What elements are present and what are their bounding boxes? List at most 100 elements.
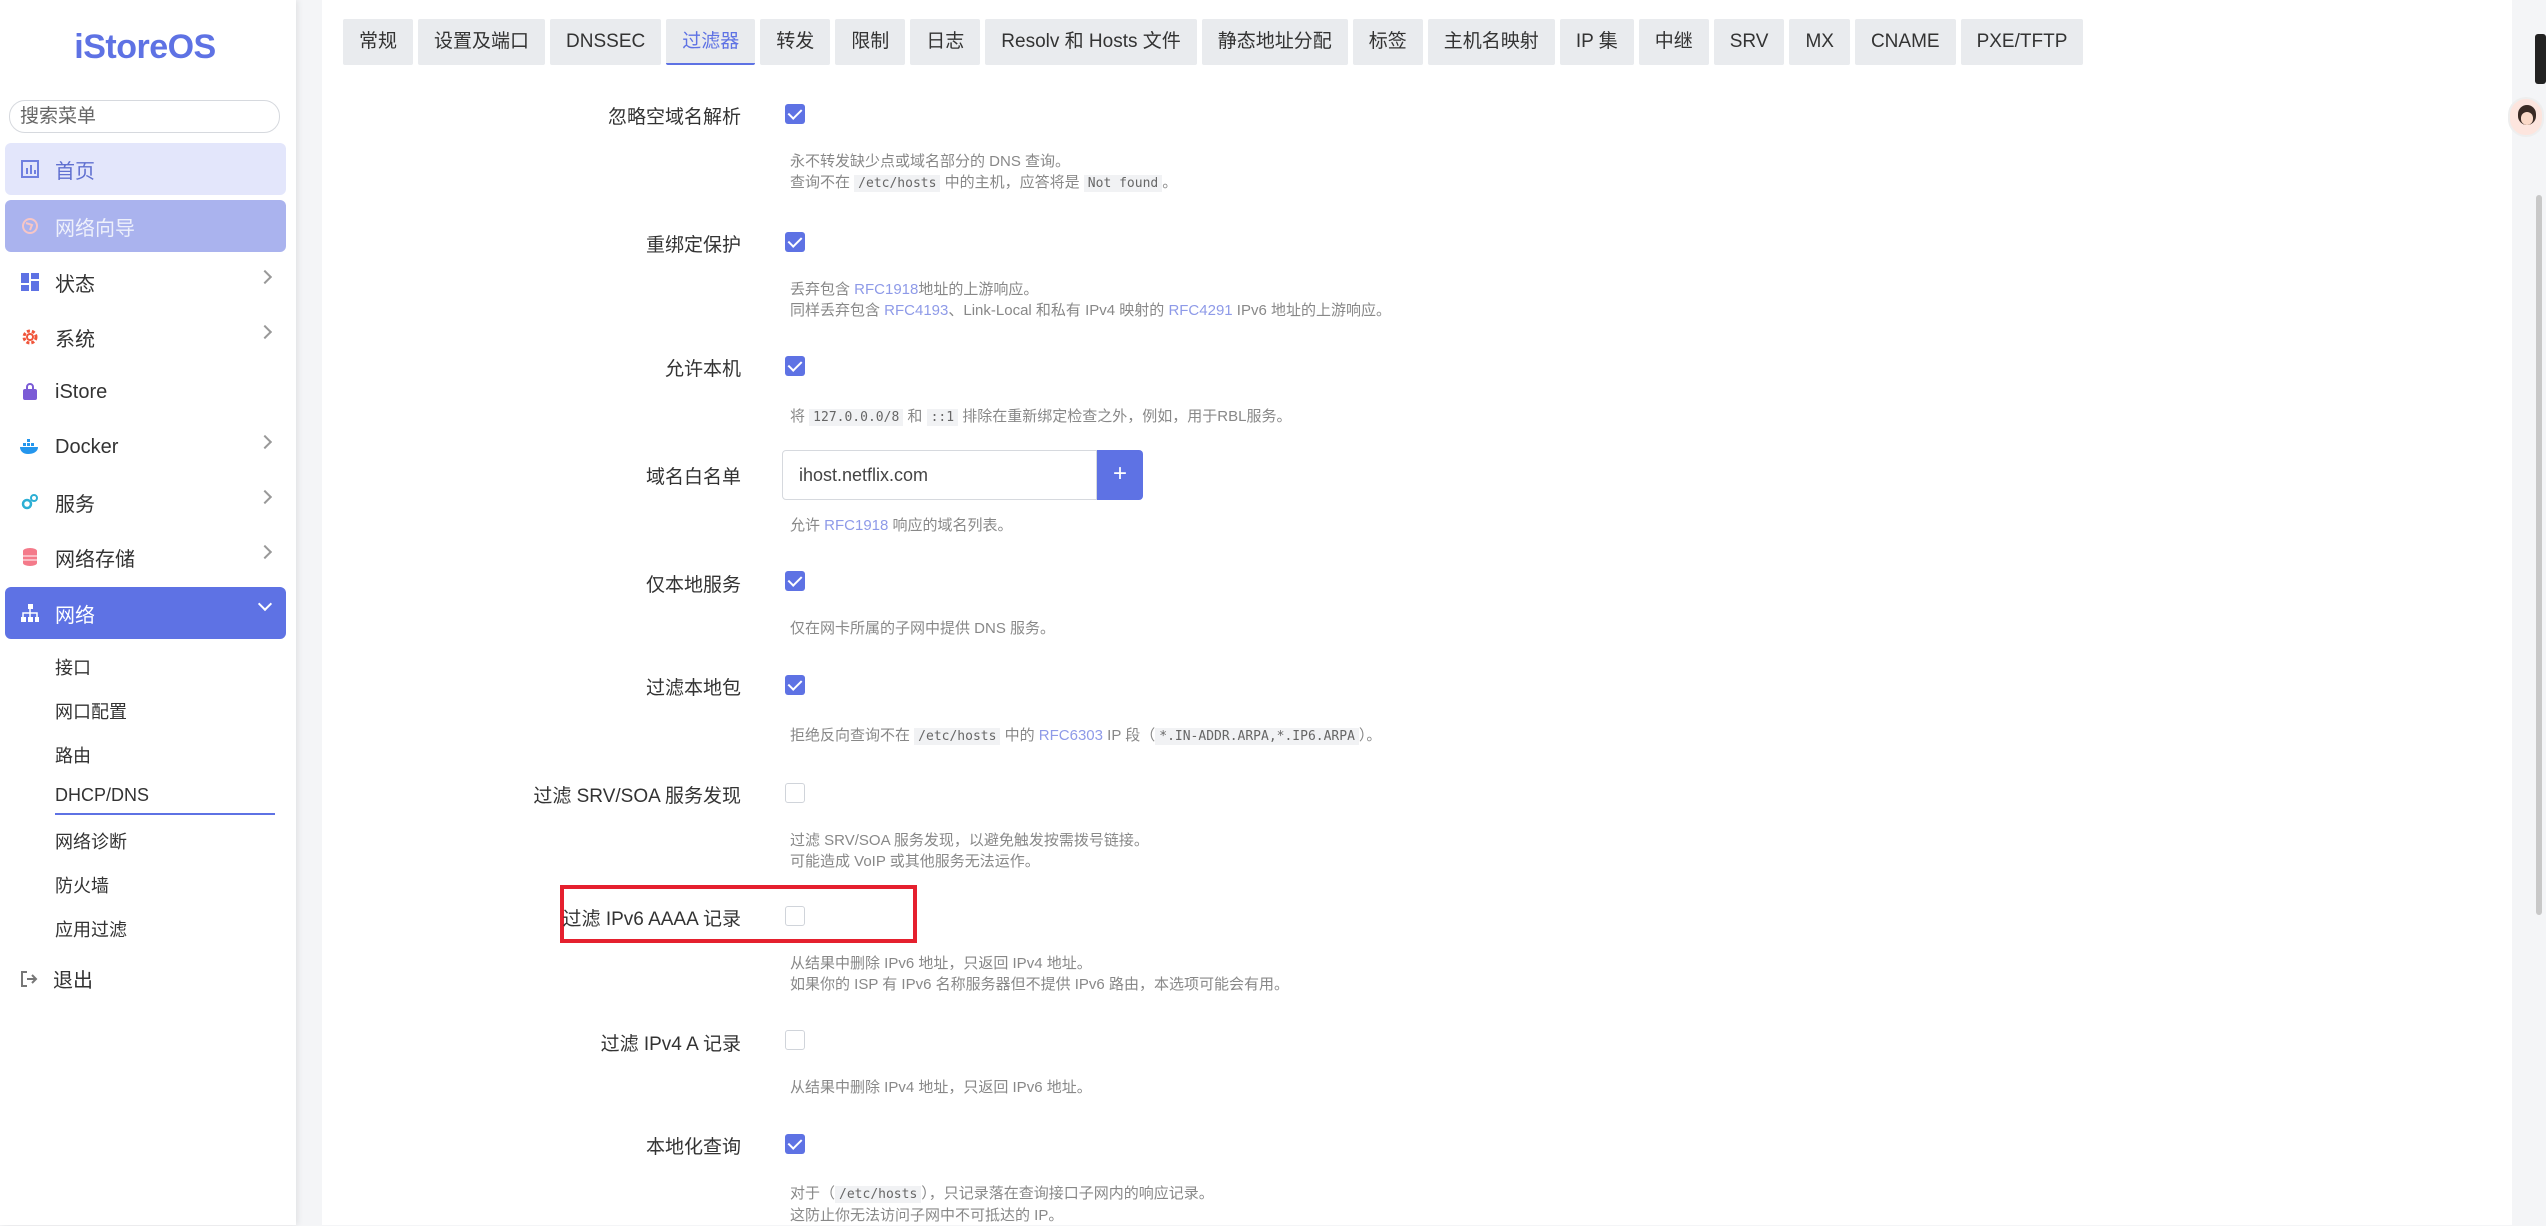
chevron-right-icon [257,434,273,450]
tab-tags[interactable]: 标签 [1352,19,1423,65]
setting-label: 允许本机 [664,359,741,380]
tab-filter[interactable]: 过滤器 [666,19,756,65]
setting-description: 丢弃包含 RFC1918地址的上游响应。 同样丢弃包含 RFC4193、Link… [790,281,1391,319]
setting-description: 从结果中删除 IPv4 地址，只返回 IPv6 地址。 [790,1079,1092,1096]
setting-description: 从结果中删除 IPv6 地址，只返回 IPv4 地址。 如果你的 ISP 有 I… [790,955,1289,993]
sidebar-item-label: 首页 [55,160,95,183]
rfc6303-link[interactable]: RFC6303 [1039,727,1103,744]
setting-label: 本地化查询 [645,1137,741,1158]
tab-ipsets[interactable]: IP 集 [1559,19,1634,65]
submenu-item-app-filter[interactable]: 应用过滤 [55,916,127,942]
cogs-icon [19,491,41,513]
sidebar-item-label: 网络存储 [55,548,135,571]
logout-label: 退出 [53,970,93,992]
rfc4193-link[interactable]: RFC4193 [884,302,948,319]
sitemap-icon [19,602,41,624]
sidebar-item-home[interactable]: 首页 [5,143,286,195]
setting-label: 重绑定保护 [645,235,741,256]
gear-icon [19,326,41,348]
globe-icon [19,215,41,237]
setting-label: 过滤 SRV/SOA 服务发现 [533,786,741,807]
rfc1918-link[interactable]: RFC1918 [854,281,918,298]
chevron-right-icon [257,324,273,340]
logout-button[interactable]: 退出 [19,964,93,993]
filter-private-checkbox[interactable] [785,675,805,695]
sidebar-item-services[interactable]: 服务 [5,476,286,528]
tab-dnssec[interactable]: DNSSEC [550,19,662,65]
rebind-domain-input[interactable]: ihost.netflix.com [782,450,1097,500]
sidebar-item-system[interactable]: 系统 [5,311,286,363]
docker-whale-icon [19,436,41,458]
local-service-checkbox[interactable] [785,571,805,591]
submenu-item-interfaces[interactable]: 接口 [55,654,91,680]
submenu-item-routes[interactable]: 路由 [55,742,91,768]
rfc1918-link[interactable]: RFC1918 [824,517,888,534]
tab-forward[interactable]: 转发 [760,19,831,65]
sidebar-item-network-storage[interactable]: 网络存储 [5,531,286,583]
menu-search-input[interactable]: 搜索菜单 [9,100,280,133]
app-logo[interactable]: iStoreOS [0,28,290,67]
tab-limits[interactable]: 限制 [835,19,906,65]
submenu-item-port-config[interactable]: 网口配置 [55,698,127,724]
scrollbar[interactable] [2536,195,2542,915]
setting-label: 过滤 IPv6 AAAA 记录 [562,909,741,930]
filter-aaaa-checkbox[interactable] [785,906,805,926]
add-domain-button[interactable]: + [1097,450,1143,500]
sidebar-item-label: 网络 [55,604,95,627]
tab-cname[interactable]: CNAME [1854,19,1956,65]
rebind-localhost-checkbox[interactable] [785,356,805,376]
tab-srv[interactable]: SRV [1713,19,1785,65]
setting-description: 过滤 SRV/SOA 服务发现，以避免触发按需拨号链接。 可能造成 VoIP 或… [790,832,1149,870]
tab-settings-ports[interactable]: 设置及端口 [418,19,546,65]
tab-relay[interactable]: 中继 [1638,19,1709,65]
setting-description: 永不转发缺少点或域名部分的 DNS 查询。 查询不在 /etc/hosts 中的… [790,153,1178,192]
tab-log[interactable]: 日志 [910,19,981,65]
sidebar-item-status[interactable]: 状态 [5,256,286,308]
filter-srv-soa-checkbox[interactable] [785,783,805,803]
setting-description: 仅在网卡所属的子网中提供 DNS 服务。 [790,620,1056,637]
setting-description: 将 127.0.0.0/8 和 ::1 排除在重新绑定检查之外，例如，用于RBL… [790,408,1292,426]
logout-icon [19,969,39,989]
sidebar-item-istore[interactable]: iStore [5,366,286,418]
submenu-item-firewall[interactable]: 防火墙 [55,872,109,898]
setting-description: 拒绝反向查询不在 /etc/hosts 中的 RFC6303 IP 段（ *.IN… [790,727,1382,745]
tab-static-leases[interactable]: 静态地址分配 [1201,19,1348,65]
tab-mx[interactable]: MX [1789,19,1850,65]
sidebar-item-label: iStore [55,380,108,403]
store-bag-icon [19,381,41,403]
window-edge-handle [2535,34,2546,84]
sidebar-item-label: 系统 [55,328,95,351]
setting-description: 允许 RFC1918 响应的域名列表。 [790,517,1013,534]
dashboard-icon [19,158,41,180]
sidebar-item-network-wizard[interactable]: 网络向导 [5,200,286,252]
rfc4291-link[interactable]: RFC4291 [1168,302,1232,319]
sidebar-item-network[interactable]: 网络 [5,587,286,639]
tab-general[interactable]: 常规 [343,19,414,65]
setting-label: 过滤 IPv4 A 记录 [600,1034,741,1055]
setting-label: 忽略空域名解析 [607,107,741,128]
setting-label: 仅本地服务 [645,575,741,596]
user-avatar[interactable] [2508,97,2544,137]
setting-label: 过滤本地包 [645,678,741,699]
domain-needed-checkbox[interactable] [785,104,805,124]
sidebar-item-label: 网络向导 [55,217,135,240]
active-submenu-underline [55,813,275,815]
tab-pxe-tftp[interactable]: PXE/TFTP [1960,19,2084,65]
submenu-item-dhcp-dns[interactable]: DHCP/DNS [55,785,149,806]
tab-hostname-mapping[interactable]: 主机名映射 [1427,19,1555,65]
setting-label: 域名白名单 [645,467,741,488]
filter-a-checkbox[interactable] [785,1030,805,1050]
database-icon [19,546,41,568]
grid-icon [19,271,41,293]
tab-bar: 常规 设置及端口 DNSSEC 过滤器 转发 限制 日志 Resolv 和 Ho… [343,19,2084,65]
rebind-protection-checkbox[interactable] [785,232,805,252]
localise-queries-checkbox[interactable] [785,1134,805,1154]
sidebar-item-label: 服务 [55,493,95,516]
tab-resolv-hosts[interactable]: Resolv 和 Hosts 文件 [985,19,1197,65]
submenu-item-diagnostics[interactable]: 网络诊断 [55,828,127,854]
chevron-right-icon [257,544,273,560]
sidebar-item-label: 状态 [55,273,95,296]
sidebar-item-docker[interactable]: Docker [5,421,286,473]
chevron-right-icon [257,269,273,285]
sidebar: iStoreOS 搜索菜单 首页 网络向导 状态 系统 iStore Docke… [0,0,296,1225]
